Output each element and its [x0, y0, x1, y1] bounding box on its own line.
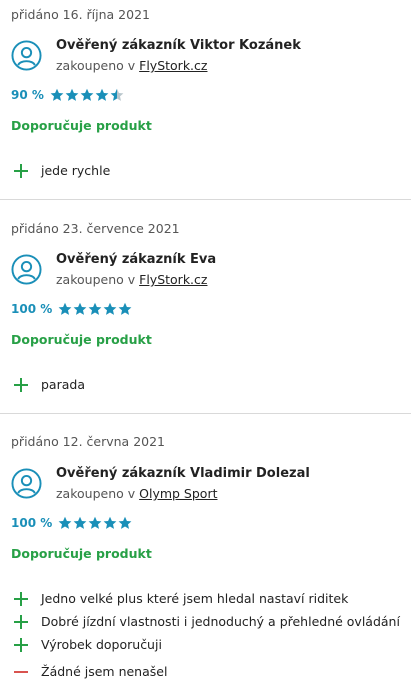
rating-percent: 100 % — [11, 302, 53, 316]
pro-item: parada — [14, 377, 85, 392]
customer-name: Ověřený zákazník Viktor Kozánek — [56, 38, 301, 53]
pro-text: Jedno velké plus které jsem hledal nasta… — [41, 591, 349, 606]
recommend-label: Doporučuje produkt — [11, 332, 152, 347]
rating-percent: 90 % — [11, 88, 44, 102]
pro-item: Jedno velké plus které jsem hledal nasta… — [14, 591, 348, 606]
shop-link[interactable]: FlyStork.cz — [139, 272, 207, 287]
star-icon — [103, 516, 117, 529]
star-icon — [88, 516, 102, 529]
review-divider — [0, 199, 411, 200]
con-text: Žádné jsem nenašel — [41, 664, 168, 679]
star-icon — [118, 516, 132, 529]
star-icon — [88, 302, 102, 315]
review-date: přidáno 23. července 2021 — [11, 221, 180, 236]
star-icon — [103, 302, 117, 315]
con-item: Žádné jsem nenašel — [14, 664, 167, 679]
shop-link[interactable]: FlyStork.cz — [139, 58, 207, 73]
review-date: přidáno 12. června 2021 — [11, 434, 166, 449]
purchase-info: zakoupeno v Olymp Sport — [56, 486, 218, 501]
user-avatar-icon — [11, 40, 42, 71]
plus-icon — [14, 377, 28, 392]
customer-name: Ověřený zákazník Eva — [56, 252, 217, 267]
star-rating — [58, 302, 132, 316]
star-rating — [50, 88, 124, 102]
star-rating — [58, 516, 132, 530]
rating-percent: 100 % — [11, 516, 53, 530]
shop-link[interactable]: Olymp Sport — [139, 486, 217, 501]
purchase-info: zakoupeno v FlyStork.cz — [56, 272, 207, 287]
user-avatar-icon — [11, 468, 42, 499]
plus-icon — [14, 637, 28, 652]
star-icon — [118, 302, 132, 315]
star-icon — [80, 88, 94, 101]
purchase-prefix: zakoupeno v — [56, 486, 136, 501]
star-icon — [58, 516, 72, 529]
pro-item: Výrobek doporučuji — [14, 637, 162, 652]
purchase-info: zakoupeno v FlyStork.cz — [56, 58, 207, 73]
purchase-prefix: zakoupeno v — [56, 58, 136, 73]
star-icon — [73, 302, 87, 315]
star-icon — [95, 88, 109, 101]
star-icon — [73, 516, 87, 529]
pro-text: parada — [41, 377, 85, 392]
star-icon — [65, 88, 79, 101]
plus-icon — [14, 614, 28, 629]
review-date: přidáno 16. října 2021 — [11, 7, 150, 22]
pro-text: Výrobek doporučuji — [41, 637, 162, 652]
recommend-label: Doporučuje produkt — [11, 546, 152, 561]
user-avatar-icon — [11, 254, 42, 285]
pro-item: Dobré jízdní vlastnosti i jednoduchý a p… — [14, 614, 400, 629]
star-icon — [58, 302, 72, 315]
minus-icon — [14, 665, 28, 679]
star-icon — [50, 88, 64, 101]
plus-icon — [14, 163, 28, 178]
customer-name: Ověřený zákazník Vladimir Dolezal — [56, 466, 310, 481]
pro-text: jede rychle — [41, 163, 111, 178]
review-divider — [0, 413, 411, 414]
star-icon — [110, 88, 124, 101]
plus-icon — [14, 591, 28, 606]
recommend-label: Doporučuje produkt — [11, 118, 152, 133]
purchase-prefix: zakoupeno v — [56, 272, 136, 287]
pro-item: jede rychle — [14, 163, 110, 178]
pro-text: Dobré jízdní vlastnosti i jednoduchý a p… — [41, 614, 400, 629]
